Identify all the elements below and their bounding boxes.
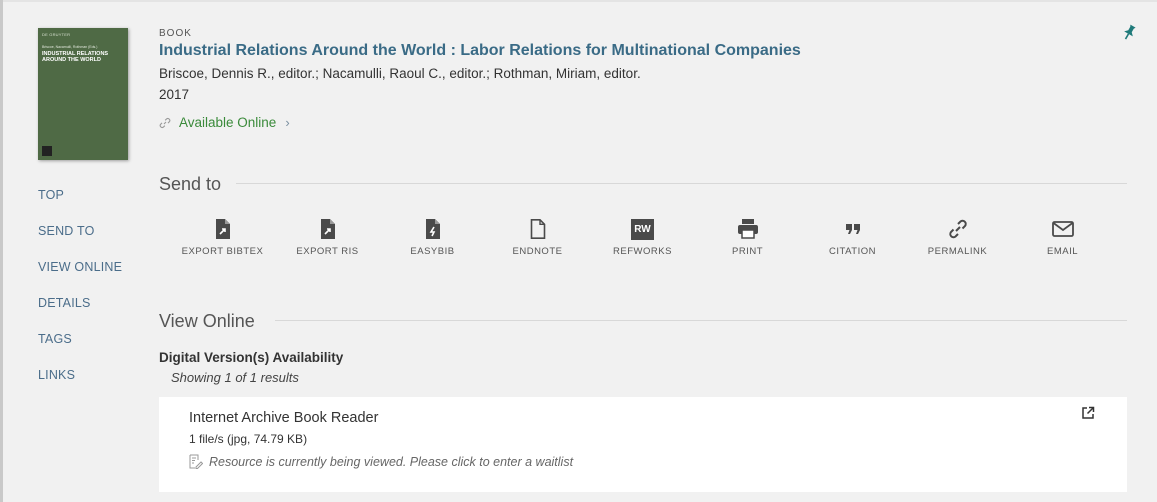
citation-label: CITATION — [829, 246, 876, 257]
nav-item-send-to[interactable]: SEND TO — [38, 224, 122, 260]
endnote-button[interactable]: ENDNOTE — [485, 218, 590, 257]
send-to-heading: Send to — [159, 174, 222, 194]
waitlist-note-text: Resource is currently being viewed. Plea… — [209, 454, 574, 469]
permalink-button[interactable]: PERMALINK — [905, 218, 1010, 257]
cover-publisher: DE GRUYTER — [42, 32, 71, 37]
record-title[interactable]: Industrial Relations Around the World : … — [159, 42, 801, 60]
print-icon — [736, 218, 760, 240]
availability-link[interactable]: Available Online › — [159, 115, 290, 130]
book-cover-thumbnail[interactable]: DE GRUYTER Briscoe, Nacamulli, Rothman (… — [38, 28, 128, 160]
pin-icon[interactable] — [1121, 24, 1137, 42]
cover-editors: Briscoe, Nacamulli, Rothman (Eds.) — [42, 45, 98, 49]
nav-item-links[interactable]: LINKS — [38, 368, 122, 404]
nav-item-top[interactable]: TOP — [38, 188, 122, 224]
view-online-heading: View Online — [159, 311, 255, 331]
nav-item-view-online[interactable]: VIEW ONLINE — [38, 260, 122, 296]
send-to-divider — [236, 183, 1127, 184]
refworks-icon: RW — [631, 218, 655, 240]
send-to-actions: EXPORT BIBTEX EXPORT RIS EASYBIB ENDNOTE… — [170, 218, 1115, 257]
easybib-icon — [421, 218, 445, 240]
section-nav: TOP SEND TO VIEW ONLINE DETAILS TAGS LIN… — [38, 188, 122, 404]
export-ris-label: EXPORT RIS — [296, 246, 359, 257]
easybib-button[interactable]: EASYBIB — [380, 218, 485, 257]
export-ris-icon — [316, 218, 340, 240]
nav-item-details[interactable]: DETAILS — [38, 296, 122, 332]
refworks-label: REFWORKS — [613, 246, 672, 257]
digital-versions-title: Digital Version(s) Availability — [159, 350, 344, 365]
document-edit-icon — [189, 454, 203, 469]
citation-button[interactable]: CITATION — [800, 218, 905, 257]
citation-icon — [841, 218, 865, 240]
record-creators: Briscoe, Dennis R., editor.; Nacamulli, … — [159, 66, 641, 81]
file-info: 1 file/s (jpg, 74.79 KB) — [189, 432, 308, 446]
cover-publisher-mark — [42, 146, 52, 156]
endnote-label: ENDNOTE — [512, 246, 563, 257]
export-bibtex-label: EXPORT BIBTEX — [181, 246, 264, 257]
availability-label: Available Online — [179, 115, 277, 130]
print-button[interactable]: PRINT — [695, 218, 800, 257]
refworks-button[interactable]: RW REFWORKS — [590, 218, 695, 257]
refworks-badge: RW — [631, 218, 654, 240]
service-name[interactable]: Internet Archive Book Reader — [189, 410, 378, 426]
export-bibtex-button[interactable]: EXPORT BIBTEX — [170, 218, 275, 257]
print-label: PRINT — [732, 246, 763, 257]
chevron-right-icon: › — [285, 115, 290, 130]
record-year: 2017 — [159, 87, 190, 102]
results-count: Showing 1 of 1 results — [171, 370, 299, 385]
export-bibtex-icon — [211, 218, 235, 240]
record-type: BOOK — [159, 28, 192, 39]
email-label: EMAIL — [1046, 246, 1078, 257]
export-ris-button[interactable]: EXPORT RIS — [275, 218, 380, 257]
left-divider — [0, 0, 3, 502]
email-button[interactable]: EMAIL — [1010, 218, 1115, 257]
view-online-divider — [275, 320, 1127, 321]
link-icon — [159, 117, 171, 128]
top-divider — [0, 0, 1157, 2]
permalink-label: PERMALINK — [927, 246, 988, 257]
external-link-icon[interactable] — [1081, 406, 1095, 420]
endnote-icon — [526, 218, 550, 240]
nav-item-tags[interactable]: TAGS — [38, 332, 122, 368]
easybib-label: EASYBIB — [410, 246, 455, 257]
waitlist-note[interactable]: Resource is currently being viewed. Plea… — [189, 454, 573, 469]
cover-title: INDUSTRIAL RELATIONS AROUND THE WORLD — [42, 51, 109, 63]
digital-resource-card[interactable]: Internet Archive Book Reader 1 file/s (j… — [159, 397, 1127, 492]
permalink-icon — [946, 218, 970, 240]
email-icon — [1051, 218, 1075, 240]
